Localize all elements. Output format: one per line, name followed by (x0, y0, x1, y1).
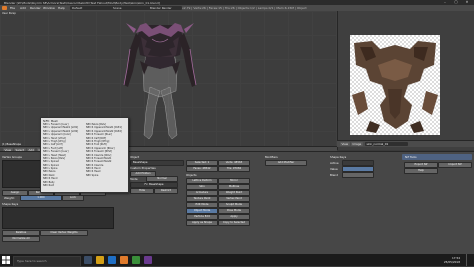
tris-count: Tris: 97084 (218, 166, 250, 172)
blend-label: Blend (330, 173, 338, 177)
menu-window[interactable]: Window (43, 6, 55, 10)
edge-browser-icon[interactable] (108, 256, 116, 264)
copy-to-selected-button[interactable]: Copy to Selected (218, 220, 250, 226)
image-image-menu[interactable]: Image (351, 141, 363, 146)
dropdown-item[interactable]: NPC Root (42, 184, 84, 187)
clock-date: 25/05/2018 (443, 259, 460, 264)
import-nif-button[interactable]: Import Nif (438, 162, 472, 168)
face-count: Faces: 48542 (186, 166, 218, 172)
vertex-groups-title: Vertex Groups (2, 155, 22, 159)
image-view-menu[interactable]: View (340, 141, 350, 146)
scene-select[interactable]: Scene (111, 6, 149, 10)
help-button[interactable]: Help (404, 168, 438, 174)
shape-keys-title: Shape Keys (2, 202, 19, 206)
menu-render[interactable]: Render (30, 6, 41, 10)
app-taskbar-icon[interactable] (132, 256, 140, 264)
modifiers-title: Modifiers (265, 155, 278, 159)
taskbar-clock[interactable]: 17:54 25/05/2018 (444, 256, 460, 264)
task-view-icon[interactable] (84, 256, 92, 264)
objects-label: Objects (186, 173, 197, 177)
blend-field[interactable] (342, 172, 374, 178)
shape-keys-panel-title: Shape Keys (330, 155, 347, 159)
render-engine-select[interactable]: Blender Render (148, 6, 182, 10)
value-label: Value (330, 167, 338, 171)
screen-layout-select[interactable]: Default (70, 6, 112, 10)
stats-readout: v2.79 | Verts:26 | Faces:15 | Tris:26 | … (182, 6, 307, 10)
dropdown-column-right: NPC Pelvis [Pelv] NPC R UpperarmTwist1 [… (85, 123, 127, 177)
file-explorer-icon[interactable] (96, 256, 104, 264)
dropdown-column-left: NPC L Forearm [LLar] NPC L UpperarmTwist… (42, 123, 84, 187)
nif-tools-header: Nif Tools (402, 154, 472, 160)
taskbar-search-box[interactable]: Type here to search (13, 255, 81, 267)
window-title: Blender [W:\Mods\Skyrim SE\Armors\Test\C… (4, 0, 160, 5)
custom-props-label: Custom Properties (130, 166, 156, 170)
menu-file[interactable]: File (10, 6, 15, 10)
weight-slider[interactable]: 1.000 (20, 195, 62, 201)
show-desktop-button[interactable] (466, 254, 473, 266)
texture-image (350, 35, 440, 135)
hide-button[interactable]: Hide (130, 188, 154, 194)
mode-label: Mode (130, 177, 138, 181)
add-modifier-button[interactable]: Add Modifier (265, 160, 307, 166)
windows-start-icon[interactable] (2, 256, 10, 264)
blender-taskbar-icon[interactable] (120, 256, 128, 264)
active-label: Active (330, 161, 339, 165)
weight-label: Weight: (4, 196, 15, 200)
menu-help[interactable]: Help (58, 6, 65, 10)
menu-add[interactable]: Add (20, 6, 26, 10)
nif-tools-title: Nif Tools (405, 155, 417, 159)
dropdown-item[interactable]: NPC Spine (85, 174, 127, 177)
apply-as-shape-button[interactable]: Apply as Shape (186, 220, 218, 226)
shape-key-list[interactable] (2, 207, 114, 229)
blender-logo-icon[interactable] (2, 6, 7, 10)
taskbar-search-placeholder: Type here to search (17, 258, 47, 263)
lock-button[interactable]: Lock (62, 195, 84, 201)
windows-taskbar: Type here to search 17:54 25/05/2018 (0, 254, 474, 267)
image-editor-header: View Image skin_normal_01 (337, 140, 474, 147)
clear-vertex-weights-button[interactable]: Clear Vertex Weights (40, 230, 88, 236)
image-name-field[interactable]: skin_normal_01 (365, 141, 408, 146)
object-panel-title: Object (130, 155, 140, 159)
app2-taskbar-icon[interactable] (144, 256, 152, 264)
vertex-group-dropdown[interactable]: NiFtl: Mesh NPC L Forearm [LLar] NPC L U… (40, 117, 129, 193)
uv-image-editor[interactable] (337, 11, 474, 150)
normalize-all-button[interactable]: Normalize All (2, 236, 40, 242)
restrict-button[interactable]: Restrict (154, 188, 178, 194)
